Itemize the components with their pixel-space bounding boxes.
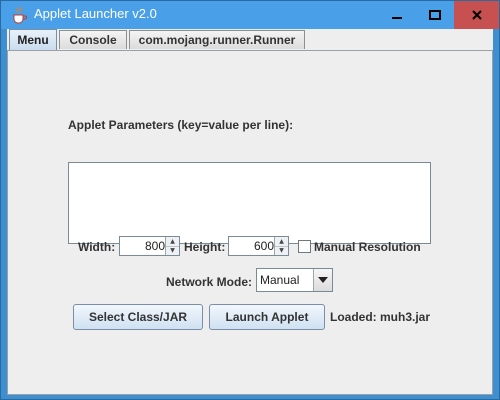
dropdown-arrow-button[interactable] (313, 269, 332, 291)
tab-menu[interactable]: Menu (9, 29, 57, 50)
manual-resolution-label[interactable]: Manual Resolution (314, 240, 421, 254)
menu-panel: Applet Parameters (key=value per line): … (7, 50, 493, 395)
width-spinner[interactable]: 800 ▲ ▼ (119, 236, 180, 256)
minimize-icon (392, 17, 402, 19)
params-label: Applet Parameters (key=value per line): (68, 118, 294, 132)
params-textarea[interactable] (68, 162, 431, 244)
title-bar[interactable]: Applet Launcher v2.0 (1, 1, 499, 29)
select-class-jar-button[interactable]: Select Class/JAR (73, 304, 203, 330)
minimize-button[interactable] (378, 1, 416, 29)
chevron-down-icon (318, 277, 328, 283)
width-value: 800 (144, 239, 165, 253)
loaded-status: Loaded: muh3.jar (330, 310, 431, 324)
window-content: Menu Console com.mojang.runner.Runner Ap… (7, 29, 493, 395)
network-mode-select[interactable]: Manual (256, 268, 333, 292)
width-decrement-button[interactable]: ▼ (166, 246, 179, 255)
tab-strip: Menu Console com.mojang.runner.Runner (7, 29, 493, 50)
applet-launcher-window: Applet Launcher v2.0 Menu Console com.mo… (0, 0, 500, 400)
tab-runner[interactable]: com.mojang.runner.Runner (129, 30, 305, 49)
tab-console[interactable]: Console (59, 30, 127, 49)
network-mode-label: Network Mode: (166, 275, 253, 289)
width-spinner-arrows: ▲ ▼ (165, 237, 179, 255)
close-icon (471, 10, 482, 20)
window-title: Applet Launcher v2.0 (34, 6, 157, 21)
height-value: 600 (253, 239, 274, 253)
maximize-icon (429, 10, 441, 20)
width-label: Width: (78, 240, 116, 254)
launch-applet-button[interactable]: Launch Applet (209, 304, 325, 330)
close-button[interactable] (454, 1, 499, 29)
height-spinner-arrows: ▲ ▼ (274, 237, 288, 255)
network-mode-value: Manual (260, 273, 300, 287)
height-spinner[interactable]: 600 ▲ ▼ (228, 236, 289, 256)
java-coffee-icon (11, 6, 27, 24)
height-label: Height: (184, 240, 226, 254)
maximize-button[interactable] (416, 1, 454, 29)
height-decrement-button[interactable]: ▼ (275, 246, 288, 255)
manual-resolution-checkbox[interactable] (298, 240, 311, 253)
